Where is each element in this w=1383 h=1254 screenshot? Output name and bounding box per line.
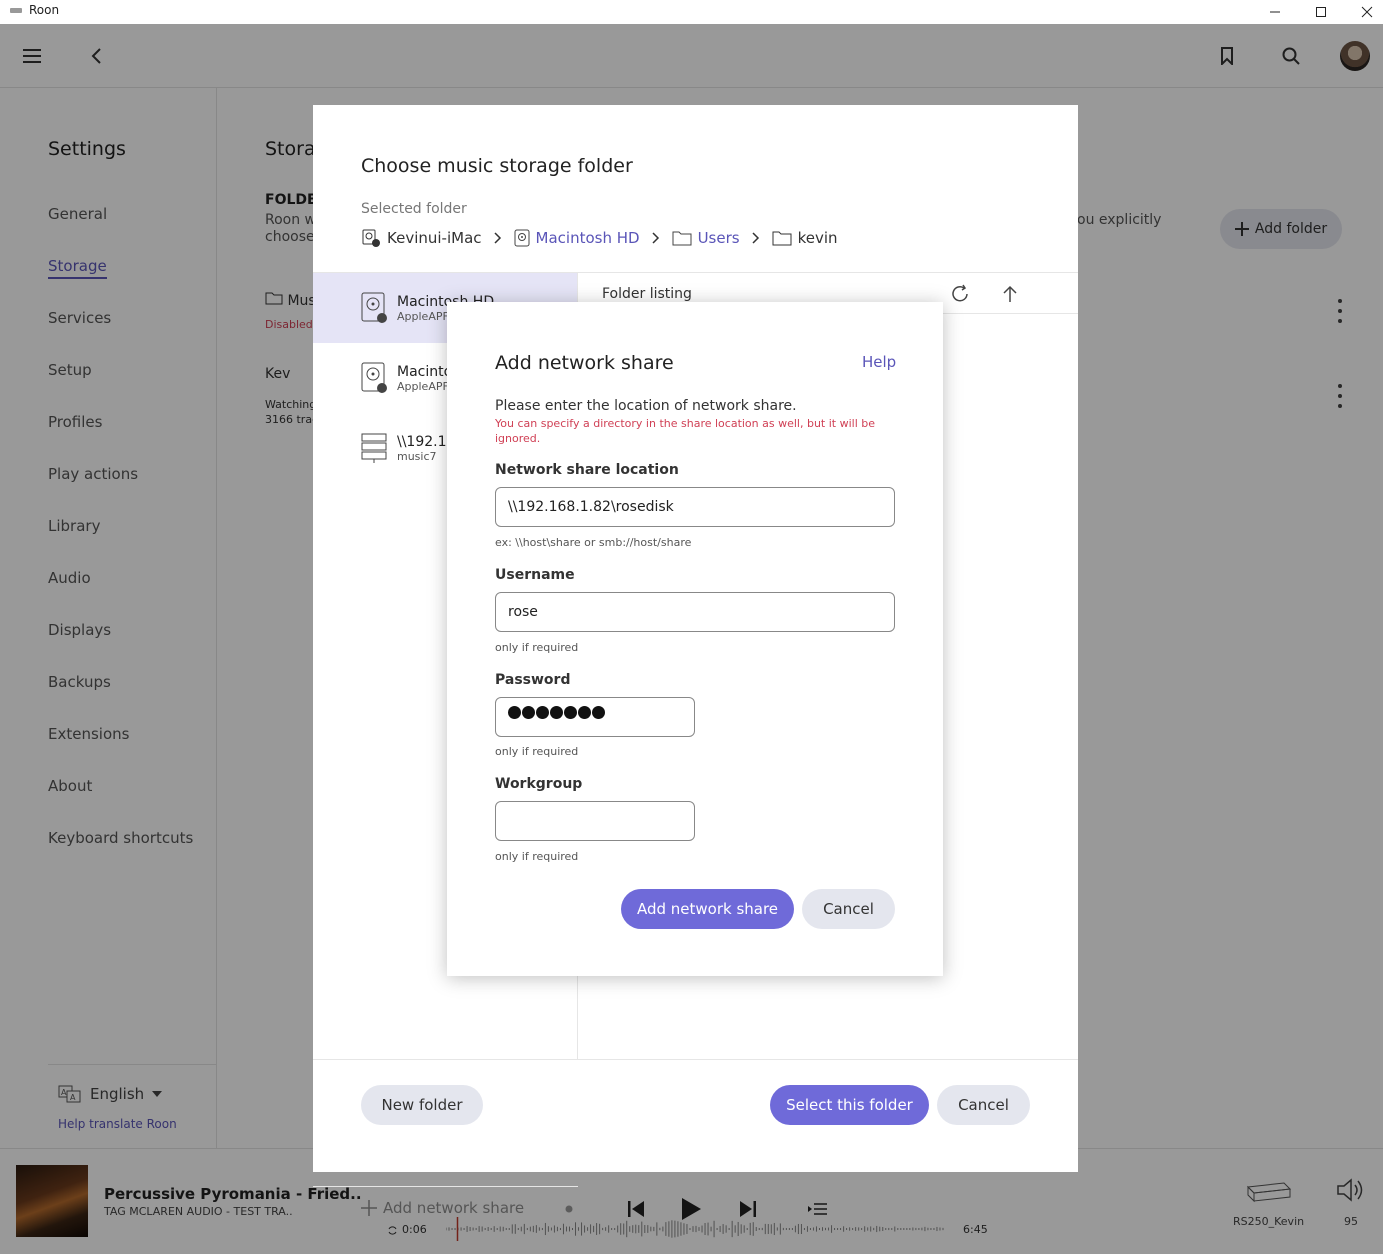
dialog-title: Add network share	[495, 352, 674, 374]
password-dot	[508, 706, 521, 719]
minimize-icon[interactable]	[1252, 0, 1298, 24]
app-icon	[10, 8, 22, 13]
password-dot	[592, 706, 605, 719]
username-label: Username	[495, 567, 575, 583]
location-label: Network share location	[495, 462, 679, 478]
password-dot	[578, 706, 591, 719]
username-input[interactable]	[495, 592, 895, 632]
password-mask	[508, 706, 605, 719]
plus-icon	[361, 1199, 377, 1216]
username-hint: only if required	[495, 641, 579, 654]
password-dot	[550, 706, 563, 719]
share-warning: You can specify a directory in the share…	[495, 417, 876, 445]
add-network-share-link[interactable]: Add network share	[313, 1186, 578, 1228]
close-icon[interactable]	[1344, 0, 1383, 24]
location-hint: ex: \\host\share or smb://host/share	[495, 536, 692, 549]
password-dot	[536, 706, 549, 719]
password-dot	[564, 706, 577, 719]
share-location-input[interactable]	[495, 487, 895, 527]
cancel-button[interactable]: Cancel	[802, 889, 895, 929]
password-hint: only if required	[495, 745, 579, 758]
password-dot	[522, 706, 535, 719]
help-link[interactable]: Help	[862, 353, 896, 371]
workgroup-label: Workgroup	[495, 776, 583, 792]
add-network-share-button[interactable]: Add network share	[621, 889, 794, 929]
maximize-icon[interactable]	[1298, 0, 1344, 24]
share-prompt: Please enter the location of network sha…	[495, 398, 797, 414]
password-label: Password	[495, 672, 571, 688]
window-title: Roon	[29, 3, 60, 17]
add-network-share-dialog: Add network share Help Please enter the …	[447, 302, 943, 976]
workgroup-hint: only if required	[495, 850, 579, 863]
workgroup-input[interactable]	[495, 801, 695, 841]
window-titlebar: Roon	[0, 0, 1383, 24]
